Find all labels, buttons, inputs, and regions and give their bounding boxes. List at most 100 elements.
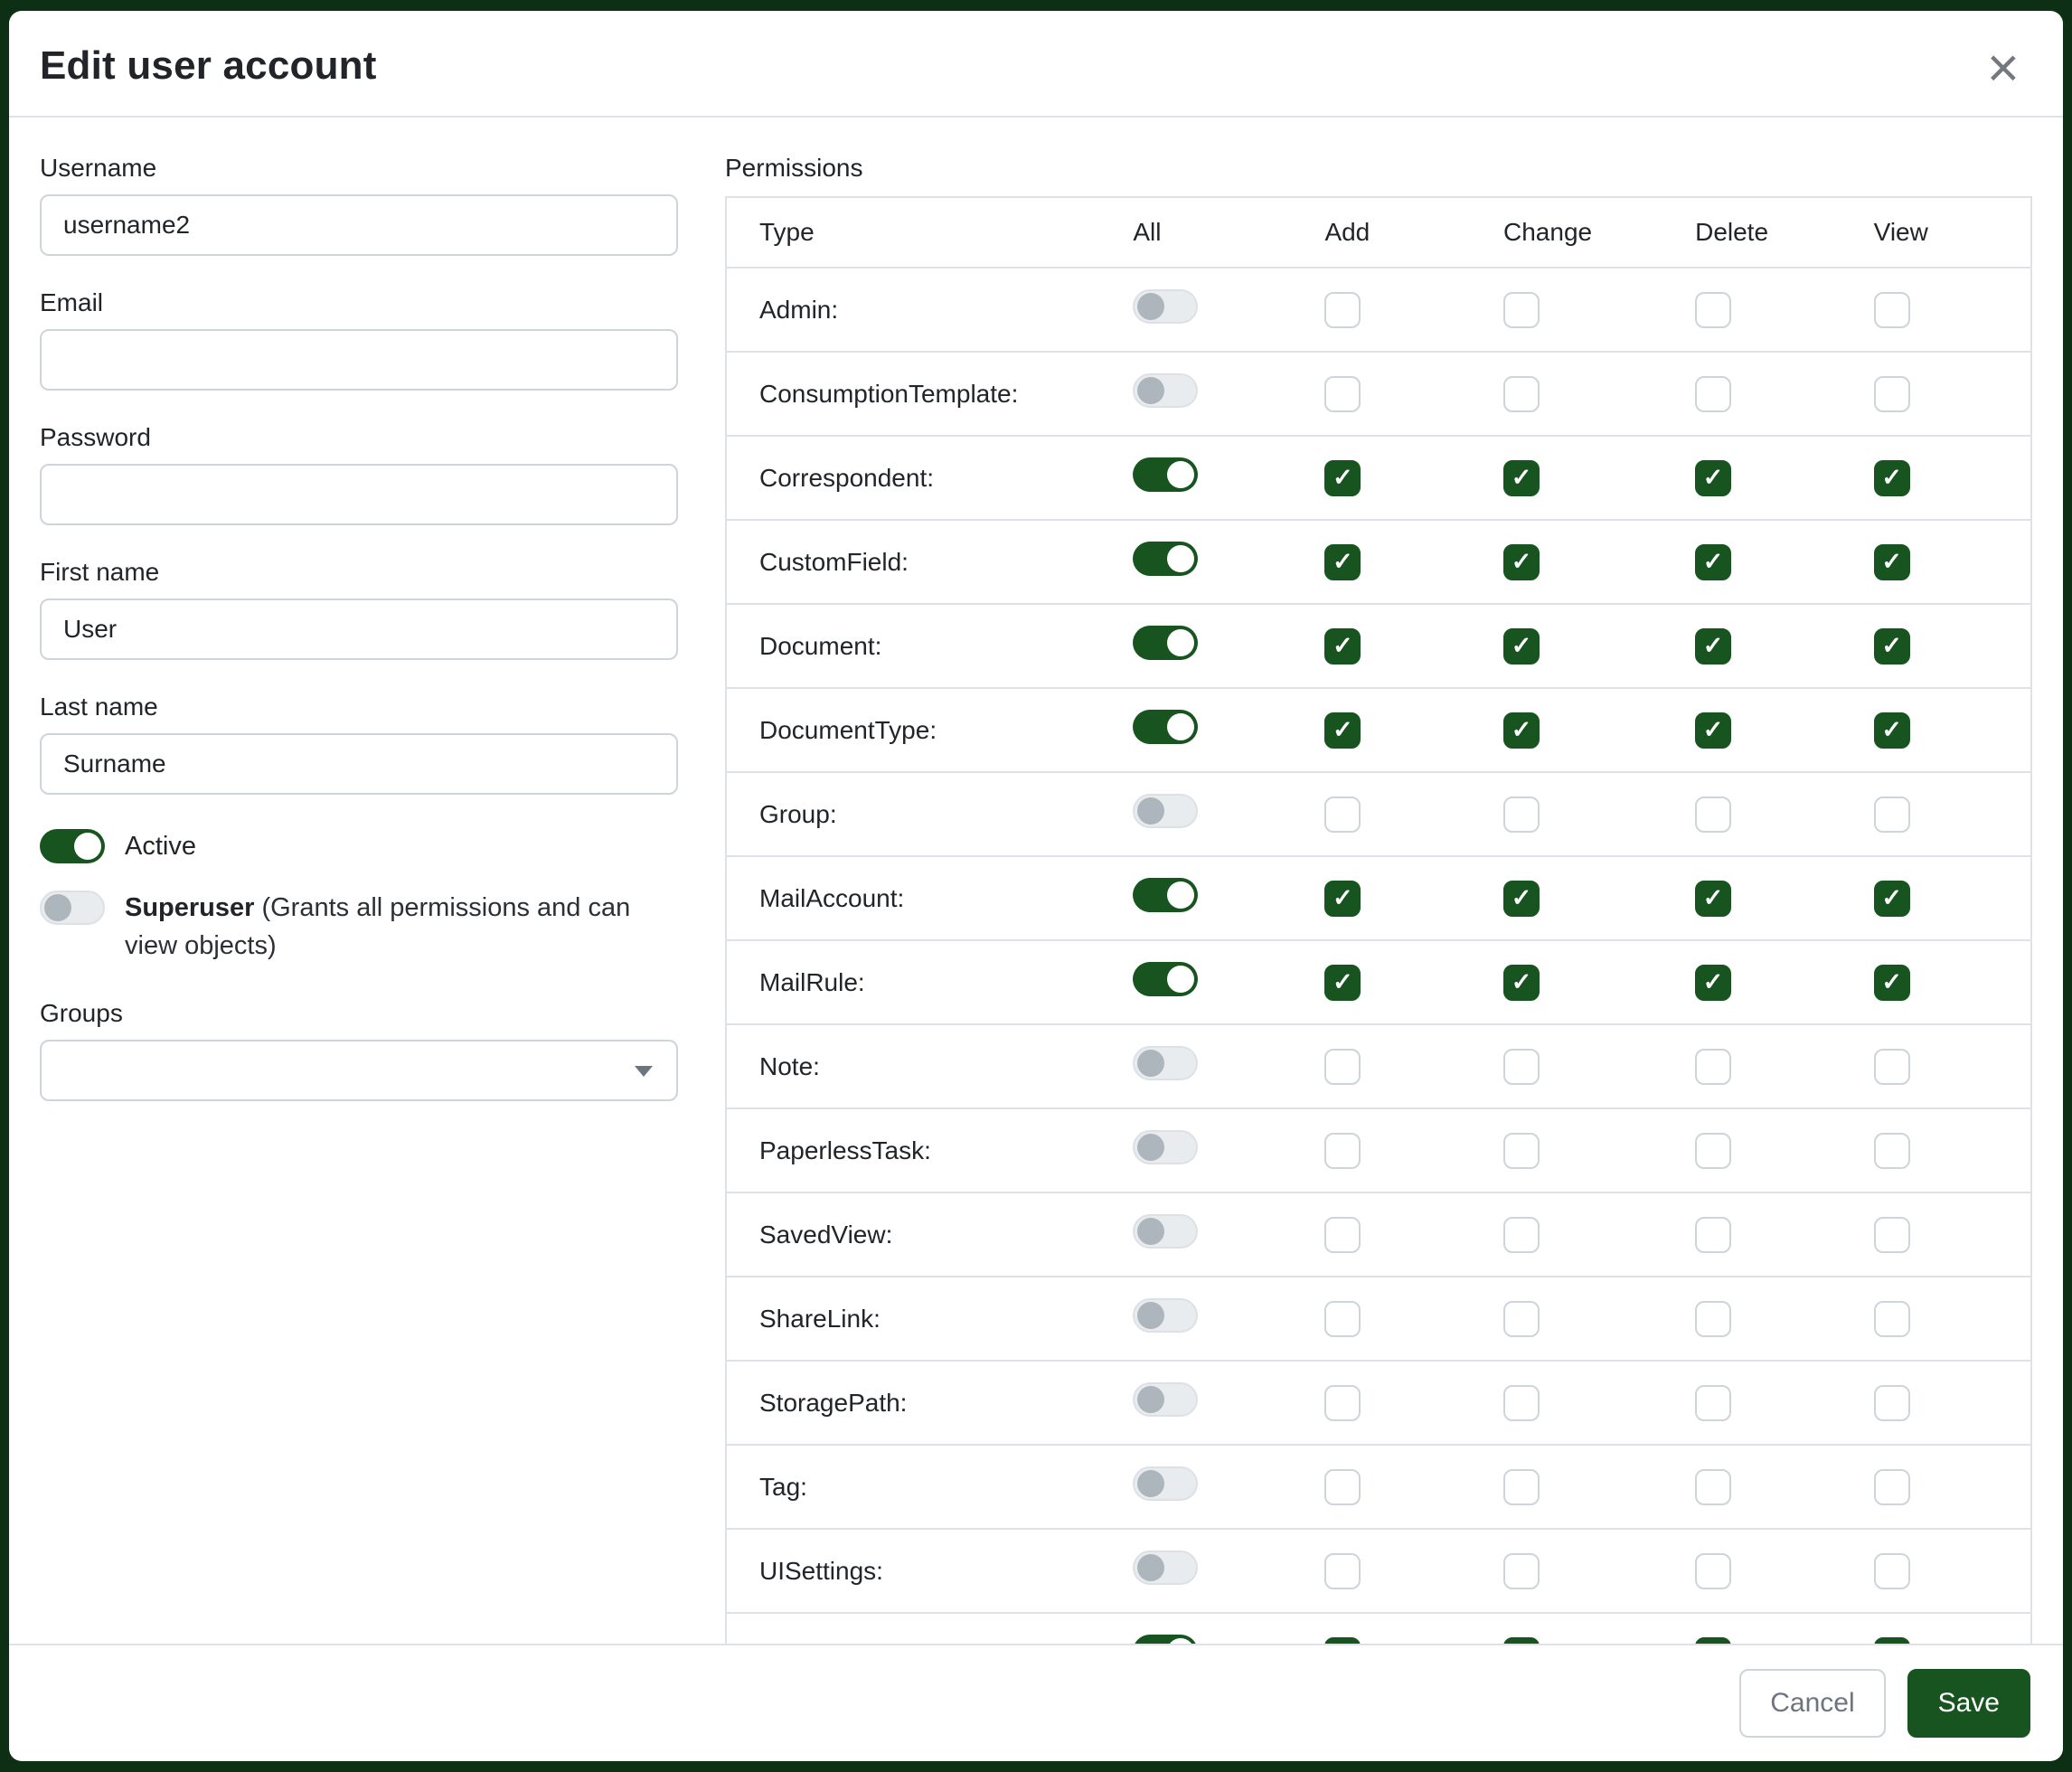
change-checkbox[interactable] bbox=[1503, 1133, 1540, 1169]
delete-checkbox[interactable] bbox=[1695, 1553, 1731, 1589]
view-checkbox[interactable] bbox=[1874, 376, 1910, 412]
delete-checkbox[interactable] bbox=[1695, 376, 1731, 412]
view-checkbox[interactable]: ✓ bbox=[1874, 544, 1910, 580]
view-checkbox[interactable]: ✓ bbox=[1874, 1637, 1910, 1645]
delete-checkbox[interactable] bbox=[1695, 1049, 1731, 1085]
email-field[interactable] bbox=[40, 329, 678, 391]
view-checkbox[interactable]: ✓ bbox=[1874, 881, 1910, 917]
all-toggle[interactable] bbox=[1133, 1550, 1198, 1585]
username-input[interactable] bbox=[40, 194, 678, 256]
view-checkbox[interactable] bbox=[1874, 1049, 1910, 1085]
change-checkbox[interactable]: ✓ bbox=[1503, 544, 1540, 580]
view-checkbox[interactable]: ✓ bbox=[1874, 460, 1910, 496]
change-checkbox[interactable]: ✓ bbox=[1503, 712, 1540, 749]
view-checkbox[interactable]: ✓ bbox=[1874, 628, 1910, 664]
add-checkbox[interactable]: ✓ bbox=[1324, 1637, 1361, 1645]
add-checkbox[interactable]: ✓ bbox=[1324, 712, 1361, 749]
permission-type-label: Document: bbox=[726, 604, 1133, 688]
change-checkbox[interactable]: ✓ bbox=[1503, 881, 1540, 917]
change-checkbox[interactable]: ✓ bbox=[1503, 965, 1540, 1001]
change-checkbox[interactable] bbox=[1503, 376, 1540, 412]
all-toggle[interactable] bbox=[1133, 542, 1198, 576]
change-checkbox[interactable]: ✓ bbox=[1503, 460, 1540, 496]
save-button[interactable]: Save bbox=[1907, 1669, 2030, 1738]
all-toggle[interactable] bbox=[1133, 626, 1198, 660]
close-icon[interactable]: × bbox=[1987, 43, 2032, 89]
change-checkbox[interactable] bbox=[1503, 1553, 1540, 1589]
all-toggle[interactable] bbox=[1133, 373, 1198, 408]
add-checkbox[interactable] bbox=[1324, 1469, 1361, 1505]
all-toggle[interactable] bbox=[1133, 1130, 1198, 1164]
view-checkbox[interactable] bbox=[1874, 1553, 1910, 1589]
delete-checkbox[interactable]: ✓ bbox=[1695, 965, 1731, 1001]
change-checkbox[interactable] bbox=[1503, 1385, 1540, 1421]
add-checkbox[interactable]: ✓ bbox=[1324, 628, 1361, 664]
active-toggle[interactable] bbox=[40, 829, 105, 863]
all-toggle[interactable] bbox=[1133, 878, 1198, 912]
view-checkbox[interactable]: ✓ bbox=[1874, 965, 1910, 1001]
view-checkbox[interactable] bbox=[1874, 1385, 1910, 1421]
add-checkbox[interactable] bbox=[1324, 1133, 1361, 1169]
all-toggle[interactable] bbox=[1133, 710, 1198, 744]
all-toggle[interactable] bbox=[1133, 794, 1198, 828]
delete-checkbox[interactable] bbox=[1695, 796, 1731, 833]
add-checkbox[interactable] bbox=[1324, 796, 1361, 833]
add-checkbox[interactable]: ✓ bbox=[1324, 881, 1361, 917]
delete-checkbox[interactable] bbox=[1695, 1301, 1731, 1337]
view-checkbox[interactable] bbox=[1874, 1301, 1910, 1337]
delete-checkbox[interactable]: ✓ bbox=[1695, 712, 1731, 749]
change-checkbox[interactable] bbox=[1503, 796, 1540, 833]
all-toggle[interactable] bbox=[1133, 962, 1198, 996]
change-checkbox[interactable] bbox=[1503, 1469, 1540, 1505]
permission-row: MailAccount: ✓ ✓ ✓ ✓ bbox=[726, 856, 2031, 940]
first-name-field[interactable] bbox=[40, 599, 678, 660]
add-checkbox[interactable] bbox=[1324, 1553, 1361, 1589]
superuser-toggle[interactable] bbox=[40, 891, 105, 925]
superuser-label: Superuser bbox=[125, 893, 254, 922]
view-checkbox[interactable]: ✓ bbox=[1874, 712, 1910, 749]
delete-checkbox[interactable] bbox=[1695, 1133, 1731, 1169]
add-checkbox[interactable] bbox=[1324, 1049, 1361, 1085]
all-toggle[interactable] bbox=[1133, 1466, 1198, 1501]
delete-checkbox[interactable] bbox=[1695, 1469, 1731, 1505]
add-checkbox[interactable]: ✓ bbox=[1324, 544, 1361, 580]
delete-checkbox[interactable]: ✓ bbox=[1695, 544, 1731, 580]
all-toggle[interactable] bbox=[1133, 457, 1198, 492]
delete-checkbox[interactable]: ✓ bbox=[1695, 460, 1731, 496]
groups-select[interactable] bbox=[40, 1040, 678, 1101]
add-checkbox[interactable] bbox=[1324, 1301, 1361, 1337]
all-toggle[interactable] bbox=[1133, 289, 1198, 324]
password-field[interactable] bbox=[40, 464, 678, 525]
permission-type-label: MailAccount: bbox=[726, 856, 1133, 940]
change-checkbox[interactable] bbox=[1503, 1301, 1540, 1337]
view-checkbox[interactable] bbox=[1874, 1217, 1910, 1253]
all-toggle[interactable] bbox=[1133, 1635, 1198, 1644]
change-checkbox[interactable] bbox=[1503, 1049, 1540, 1085]
all-toggle[interactable] bbox=[1133, 1298, 1198, 1333]
all-toggle[interactable] bbox=[1133, 1382, 1198, 1417]
view-checkbox[interactable] bbox=[1874, 1469, 1910, 1505]
change-checkbox[interactable] bbox=[1503, 292, 1540, 328]
view-checkbox[interactable] bbox=[1874, 1133, 1910, 1169]
cancel-button[interactable]: Cancel bbox=[1739, 1669, 1885, 1738]
add-checkbox[interactable]: ✓ bbox=[1324, 965, 1361, 1001]
all-toggle[interactable] bbox=[1133, 1046, 1198, 1080]
delete-checkbox[interactable]: ✓ bbox=[1695, 881, 1731, 917]
change-checkbox[interactable]: ✓ bbox=[1503, 628, 1540, 664]
delete-checkbox[interactable] bbox=[1695, 1217, 1731, 1253]
change-checkbox[interactable]: ✓ bbox=[1503, 1637, 1540, 1645]
delete-checkbox[interactable]: ✓ bbox=[1695, 628, 1731, 664]
view-checkbox[interactable] bbox=[1874, 292, 1910, 328]
delete-checkbox[interactable]: ✓ bbox=[1695, 1637, 1731, 1645]
add-checkbox[interactable] bbox=[1324, 1385, 1361, 1421]
view-checkbox[interactable] bbox=[1874, 796, 1910, 833]
add-checkbox[interactable] bbox=[1324, 292, 1361, 328]
add-checkbox[interactable] bbox=[1324, 1217, 1361, 1253]
last-name-field[interactable] bbox=[40, 733, 678, 795]
add-checkbox[interactable]: ✓ bbox=[1324, 460, 1361, 496]
delete-checkbox[interactable] bbox=[1695, 292, 1731, 328]
change-checkbox[interactable] bbox=[1503, 1217, 1540, 1253]
delete-checkbox[interactable] bbox=[1695, 1385, 1731, 1421]
all-toggle[interactable] bbox=[1133, 1214, 1198, 1249]
add-checkbox[interactable] bbox=[1324, 376, 1361, 412]
